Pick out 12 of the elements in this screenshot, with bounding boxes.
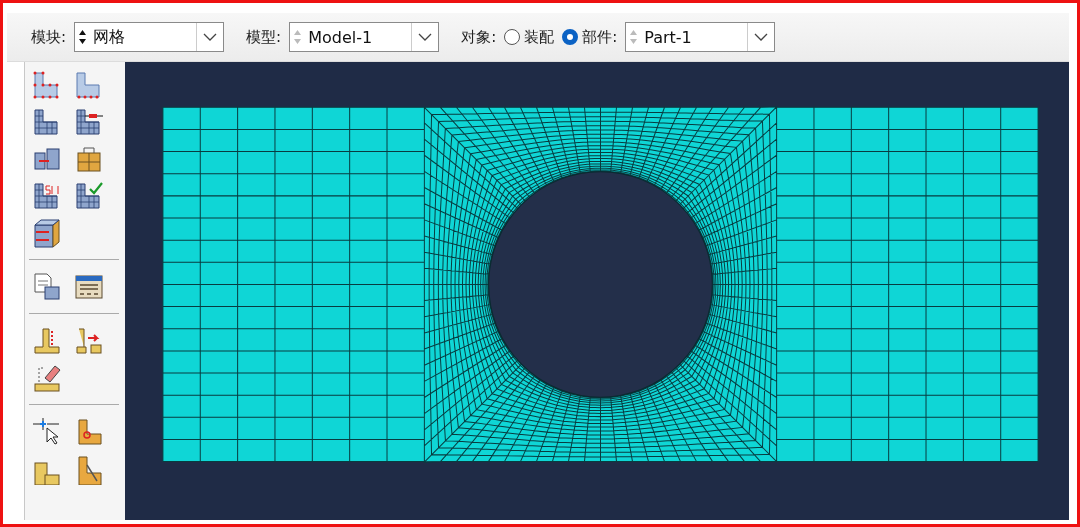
radio-label: 部件:: [582, 27, 618, 47]
module-label: 模块:: [31, 27, 67, 47]
radio-button[interactable]: [562, 29, 579, 45]
model-dropdown[interactable]: Model-1: [289, 22, 440, 52]
object-radio-option[interactable]: 装配: [504, 27, 555, 47]
radio-button[interactable]: [504, 29, 521, 45]
part-dropdown[interactable]: Part-1: [625, 22, 776, 52]
object-radio-option[interactable]: 部件:: [562, 27, 618, 47]
module-dropdown[interactable]: 网格: [74, 22, 225, 52]
object-label: 对象:: [461, 27, 497, 47]
model-label: 模型:: [246, 27, 282, 47]
radio-label: 装配: [524, 27, 555, 47]
